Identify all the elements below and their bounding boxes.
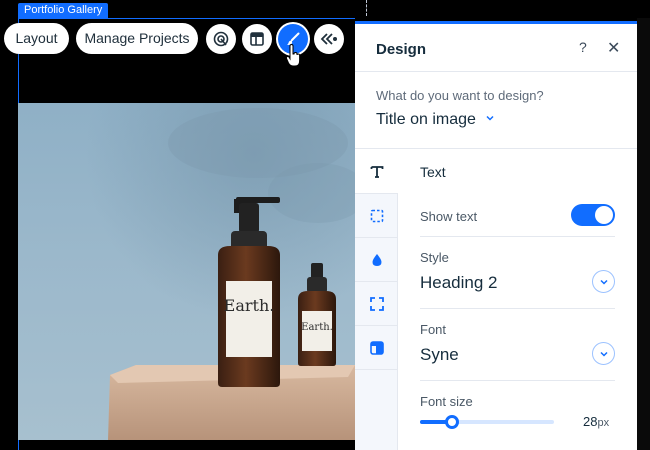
- design-target-label: What do you want to design?: [376, 88, 544, 103]
- close-button[interactable]: ✕: [607, 38, 620, 58]
- nav-border[interactable]: [355, 282, 398, 326]
- divider: [355, 148, 637, 149]
- canvas-edge: [637, 18, 650, 450]
- panel-title: Design: [376, 41, 427, 58]
- style-label: Style: [420, 250, 449, 265]
- gallery-label-tag[interactable]: Portfolio Gallery: [18, 3, 109, 18]
- layout-button[interactable]: Layout: [4, 23, 69, 54]
- nav-corners[interactable]: [355, 194, 398, 238]
- hand-cursor-icon: [285, 44, 301, 67]
- design-panel: Design ? ✕ What do you want to design? T…: [355, 21, 637, 450]
- show-text-label: Show text: [420, 209, 478, 224]
- alignment-guide: [366, 0, 367, 16]
- divider: [420, 236, 615, 237]
- nav-fill-color[interactable]: [355, 238, 398, 282]
- border-icon: [369, 296, 384, 311]
- chevron-down-icon: [599, 351, 608, 357]
- font-dropdown-button[interactable]: [592, 342, 615, 365]
- font-size-label: Font size: [420, 394, 473, 409]
- slider-handle[interactable]: [445, 415, 460, 429]
- font-size-slider[interactable]: [420, 415, 554, 429]
- product-photo: Earth. Earth.: [18, 103, 355, 440]
- navigate-back-button[interactable]: [314, 24, 344, 54]
- panel-header: Design ? ✕: [355, 24, 637, 72]
- animation-button[interactable]: [206, 24, 236, 54]
- chevron-down-icon: [599, 279, 608, 285]
- help-button[interactable]: ?: [579, 39, 587, 55]
- section-title: Text: [420, 164, 446, 180]
- design-target-select[interactable]: Title on image: [376, 111, 476, 129]
- text-icon: [370, 165, 383, 178]
- font-size-number: 28: [583, 414, 598, 429]
- animation-icon: [213, 31, 229, 47]
- style-dropdown-button[interactable]: [592, 270, 615, 293]
- toggle-knob: [595, 206, 613, 224]
- font-size-unit: px: [597, 417, 610, 429]
- nav-layout[interactable]: [355, 326, 398, 370]
- divider: [420, 380, 615, 381]
- color-drop-icon: [372, 253, 381, 266]
- large-bottle-label: Earth.: [224, 296, 275, 315]
- divider: [420, 308, 615, 309]
- manage-projects-button[interactable]: Manage Projects: [76, 23, 198, 54]
- font-label: Font: [420, 322, 447, 337]
- font-size-value[interactable]: 28px: [583, 414, 609, 429]
- chevron-down-icon[interactable]: [485, 113, 495, 123]
- layout-template-icon: [250, 32, 264, 46]
- layout-icon: [369, 340, 384, 355]
- navigate-back-icon: [320, 33, 337, 45]
- show-text-toggle[interactable]: [571, 204, 615, 226]
- style-value[interactable]: Heading 2: [420, 273, 498, 293]
- corners-icon: [370, 209, 383, 222]
- layout-template-button[interactable]: [242, 24, 272, 54]
- design-side-nav: [355, 150, 398, 450]
- font-value[interactable]: Syne: [420, 345, 459, 365]
- small-bottle-label: Earth.: [301, 322, 333, 333]
- nav-text[interactable]: [355, 150, 398, 194]
- selection-frame-top: [18, 18, 355, 19]
- gallery-image[interactable]: Earth. Earth.: [18, 103, 355, 440]
